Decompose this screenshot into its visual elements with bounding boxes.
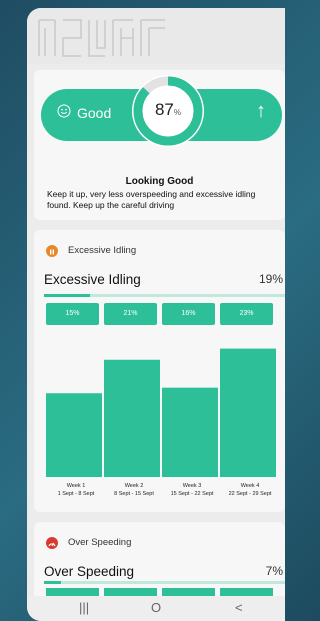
driving-score-card: Good ↑ 87% Looking Good Keep it up, very… <box>34 70 285 220</box>
idling-bar-chart <box>46 348 276 477</box>
score-value: 87% <box>154 100 182 119</box>
idling-percent: 19% <box>258 272 283 286</box>
bar-week-3[interactable] <box>162 387 218 477</box>
smiley-icon <box>57 104 71 118</box>
speeding-progress-fill <box>44 581 61 584</box>
score-gauge: 87% <box>131 74 205 148</box>
week-label: Week 28 Sept - 15 Sept <box>114 483 154 497</box>
pause-icon <box>46 245 58 257</box>
system-nav-bar: ||| O < <box>27 596 285 621</box>
speedometer-icon <box>46 537 58 549</box>
status-description: Keep it up, very less overspeeding and e… <box>47 189 256 210</box>
bar-week-2[interactable] <box>104 359 160 477</box>
week-label: Week 11 Sept - 8 Sept <box>57 483 95 497</box>
speeding-progress-bar <box>44 581 285 584</box>
speeding-percent: 7% <box>265 564 283 578</box>
week-label: Week 4 22 Sept - 29 Sept <box>228 483 272 497</box>
bar-week-4[interactable] <box>220 348 276 477</box>
excessive-idling-card: Excessive Idling Excessive Idling 19% 15… <box>34 230 285 512</box>
home-button[interactable]: O <box>151 600 161 615</box>
week-chip[interactable]: 15% <box>46 303 99 325</box>
speeding-title: Over Speeding <box>44 564 135 579</box>
speeding-section-label: Over Speeding <box>68 537 132 548</box>
idling-title: Excessive Idling <box>44 272 141 287</box>
idling-progress-bar <box>44 294 285 297</box>
app-header <box>27 8 285 64</box>
week-chip[interactable]: 23% <box>220 303 273 325</box>
recent-apps-button[interactable]: ||| <box>79 600 89 615</box>
rating-label: Good <box>77 105 112 121</box>
bar-week-1[interactable] <box>46 393 102 477</box>
week-chip[interactable]: 16% <box>162 303 215 325</box>
week-label: Week 3 15 Sept - 22 Sept <box>170 483 214 497</box>
back-button[interactable]: < <box>235 600 243 615</box>
idling-progress-fill <box>44 294 90 297</box>
arrow-up-icon: ↑ <box>256 100 266 122</box>
app-logo <box>38 19 165 57</box>
status-title: Looking Good <box>125 176 194 187</box>
week-chip[interactable]: 21% <box>104 303 157 325</box>
idling-section-label: Excessive Idling <box>68 245 137 256</box>
app-screen: Good ↑ 87% Looking Good Keep it up, very… <box>27 8 285 621</box>
